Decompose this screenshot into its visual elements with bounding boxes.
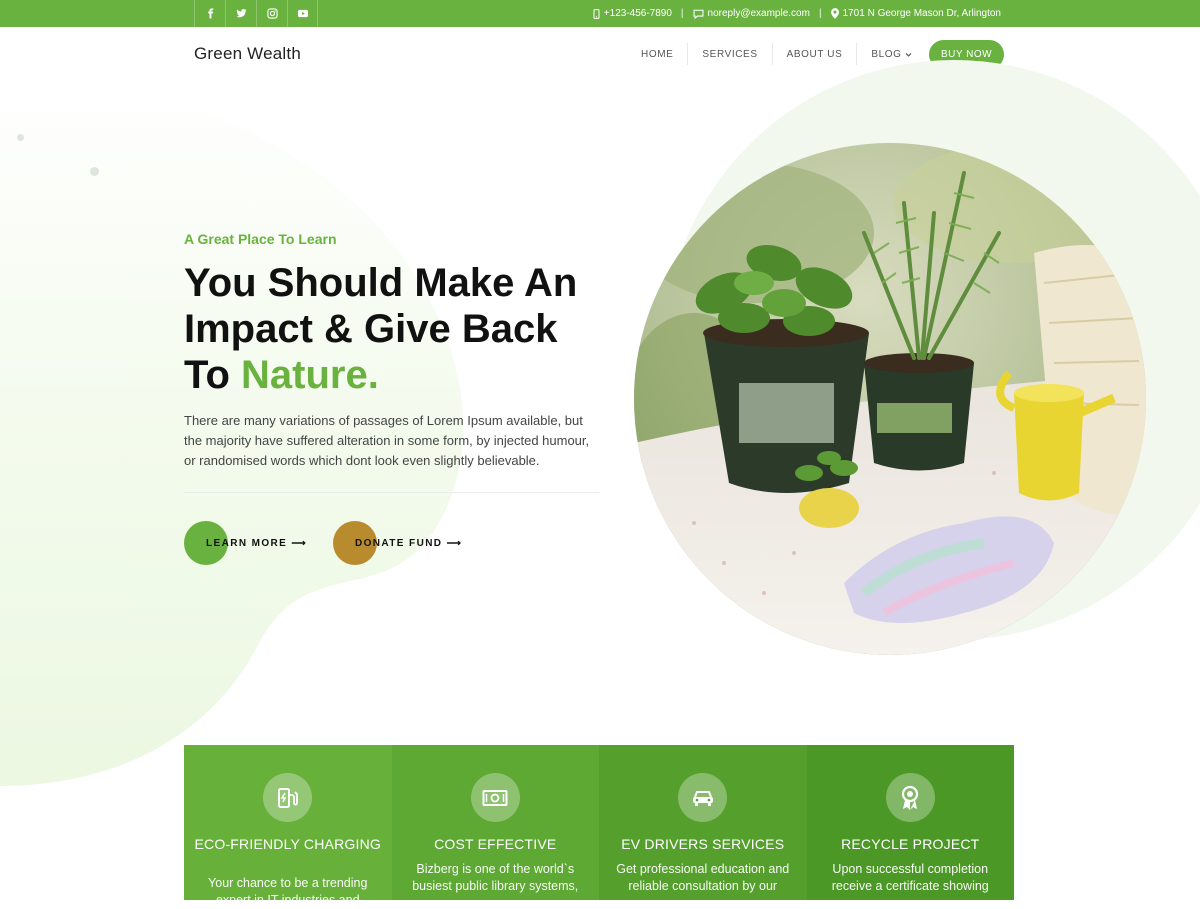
headline-prefix: To: [184, 353, 242, 397]
ev-charging-icon: [263, 773, 312, 822]
feature-description: Upon successful completion receive a cer…: [831, 862, 989, 893]
feature-ev-drivers: EV DRIVERS SERVICES Get professional edu…: [599, 745, 807, 900]
youtube-icon[interactable]: [287, 0, 318, 27]
site-logo[interactable]: Green Wealth: [194, 44, 301, 64]
headline-accent: Nature.: [241, 353, 379, 397]
feature-description: Get professional education and reliable …: [616, 862, 790, 893]
instagram-icon[interactable]: [256, 0, 287, 27]
award-icon: [885, 773, 935, 822]
address-text: 1701 N George Mason Dr, Arlington: [842, 8, 1001, 19]
twitter-icon[interactable]: [225, 0, 256, 27]
car-icon: [678, 773, 727, 822]
money-icon: [470, 773, 520, 822]
phone-text: +123-456-7890: [603, 8, 672, 19]
donate-fund-button[interactable]: DONATE FUND ⟶: [333, 521, 462, 565]
separator: |: [680, 8, 684, 19]
learn-more-label: LEARN MORE ⟶: [184, 538, 307, 549]
arrow-right-icon: ⟶: [291, 537, 308, 549]
feature-eco-charging: ECO-FRIENDLY CHARGING Your chance to be …: [184, 745, 392, 907]
feature-boxes: ECO-FRIENDLY CHARGING Your chance to be …: [184, 745, 1014, 907]
headline-line: To Nature.: [184, 352, 624, 398]
learn-more-text: LEARN MORE: [206, 537, 288, 549]
feature-recycle-project: RECYCLE PROJECT Upon successful completi…: [806, 745, 1014, 900]
email-text: noreply@example.com: [707, 8, 810, 19]
donate-fund-text: DONATE FUND: [355, 537, 443, 549]
feature-description: Bizberg is one of the world`s busiest pu…: [412, 862, 579, 893]
top-bar: +123-456-7890 | noreply@example.com | 17…: [0, 0, 1200, 27]
separator: |: [818, 8, 822, 19]
hero-plants-image: [634, 143, 1146, 655]
phone-icon: [593, 8, 600, 19]
nav-services[interactable]: SERVICES: [688, 43, 773, 65]
feature-cost-effective: COST EFFECTIVE Bizberg is one of the wor…: [391, 745, 599, 900]
facebook-icon[interactable]: [194, 0, 225, 27]
arrow-right-icon: ⟶: [446, 537, 463, 549]
donate-fund-label: DONATE FUND ⟶: [333, 538, 462, 549]
contact-info: +123-456-7890 | noreply@example.com | 17…: [593, 0, 1001, 27]
feature-title: COST EFFECTIVE: [434, 836, 557, 852]
feature-title: RECYCLE PROJECT: [841, 836, 980, 852]
address-contact: 1701 N George Mason Dr, Arlington: [830, 8, 1001, 19]
feature-title: ECO-FRIENDLY CHARGING: [194, 836, 381, 852]
feature-description: Your chance to be a trending expert in I…: [208, 876, 368, 907]
decorative-dot: [90, 167, 99, 176]
decorative-dot: [17, 134, 24, 141]
learn-more-button[interactable]: LEARN MORE ⟶: [184, 521, 307, 565]
nav-about-us[interactable]: ABOUT US: [773, 43, 858, 65]
chat-icon: [693, 9, 704, 19]
phone-contact[interactable]: +123-456-7890: [593, 8, 672, 19]
feature-title: EV DRIVERS SERVICES: [621, 836, 785, 852]
hero-paragraph: There are many variations of passages of…: [184, 413, 590, 468]
nav-blog-label: BLOG: [871, 48, 902, 60]
hero-headline: You Should Make An Impact & Give Back To…: [184, 260, 624, 398]
chevron-down-icon: [905, 52, 911, 57]
nav-home[interactable]: HOME: [627, 43, 689, 65]
headline-line: Impact & Give Back: [184, 307, 558, 351]
headline-line: You Should Make An: [184, 261, 578, 305]
social-links: [194, 0, 318, 27]
hero-eyebrow: A Great Place To Learn: [184, 231, 337, 247]
map-pin-icon: [830, 8, 839, 19]
email-contact[interactable]: noreply@example.com: [693, 8, 810, 19]
hero-divider: [184, 492, 599, 493]
